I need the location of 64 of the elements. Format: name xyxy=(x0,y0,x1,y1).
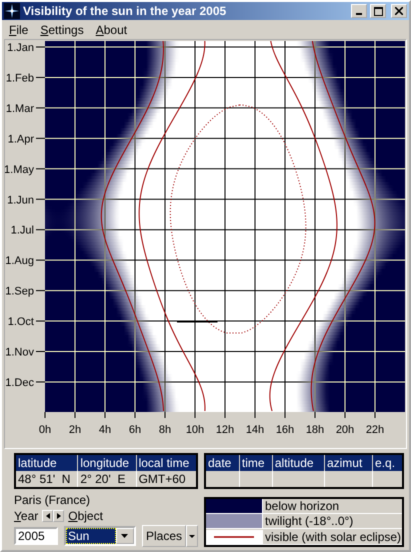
left-arrow-icon xyxy=(46,513,50,519)
hour-label: 20h xyxy=(336,424,354,436)
month-label: 1.Sep xyxy=(5,286,34,298)
month-label: 1.Feb xyxy=(6,72,34,84)
year-label: Year xyxy=(14,509,38,523)
month-label: 1.May xyxy=(5,164,34,176)
line-swatch xyxy=(206,530,262,545)
column-header: azimut xyxy=(324,454,373,471)
places-menu-button[interactable] xyxy=(186,525,198,547)
year-field[interactable]: 2005 xyxy=(14,527,58,545)
close-button[interactable] xyxy=(391,4,407,18)
minimize-button[interactable] xyxy=(351,4,367,18)
menu-item[interactable]: About xyxy=(90,22,132,36)
table-cell: 2° 20' E xyxy=(78,471,136,488)
table-cell: 48° 51' N xyxy=(15,471,78,488)
hour-label: 16h xyxy=(276,424,294,436)
hour-label: 12h xyxy=(216,424,234,436)
hour-label: 8h xyxy=(158,424,172,436)
menu-item[interactable]: Settings xyxy=(35,22,89,36)
column-header: e.q. xyxy=(372,454,403,471)
column-header: longitude xyxy=(78,454,136,471)
legend-label: below horizon xyxy=(262,499,402,514)
caret-icon xyxy=(189,534,195,538)
hour-label: 10h xyxy=(186,424,204,436)
previous-year-button[interactable] xyxy=(42,510,54,522)
twilight-swatch xyxy=(206,514,262,530)
month-label: 1.Aug xyxy=(5,255,34,268)
places-button[interactable]: Places xyxy=(142,525,186,547)
table-cell: GMT+60 xyxy=(136,471,197,488)
maximize-icon xyxy=(374,6,382,16)
hour-label: 0h xyxy=(38,424,52,436)
caret-icon xyxy=(121,534,128,538)
month-label: 1.Jun xyxy=(7,194,34,206)
column-header: altitude xyxy=(272,454,324,471)
place-label: Paris (France) xyxy=(14,493,92,507)
column-header: time xyxy=(239,454,272,471)
hour-label: 2h xyxy=(68,424,82,436)
hour-label: 22h xyxy=(366,424,384,436)
column-header: local time xyxy=(136,454,197,471)
night-swatch xyxy=(206,499,262,514)
object-dropdown[interactable]: Sun xyxy=(64,526,136,546)
star-icon xyxy=(4,3,20,19)
hour-label: 18h xyxy=(306,424,324,436)
month-label: 1.Nov xyxy=(5,346,34,358)
column-header: date xyxy=(205,454,240,471)
object-label: Object xyxy=(68,509,103,523)
right-arrow-icon xyxy=(56,513,61,519)
menu-item[interactable]: File xyxy=(4,22,34,36)
hour-label: 6h xyxy=(128,424,142,436)
hour-label: 4h xyxy=(98,424,112,436)
close-icon xyxy=(395,7,403,15)
next-year-button[interactable] xyxy=(53,510,64,522)
month-label: 1.Apr xyxy=(8,133,34,146)
month-label: 1.Jan xyxy=(7,42,34,54)
legend-label: twilight (-18°..0°) xyxy=(262,514,402,530)
maximize-button[interactable] xyxy=(370,4,386,18)
window-title: Visibility of the sun in the year 2005 xyxy=(23,4,228,18)
hour-label: 14h xyxy=(246,424,264,436)
column-header: latitude xyxy=(15,454,78,471)
month-label: 1.Dec xyxy=(5,376,34,389)
month-label: 1.Jul xyxy=(10,224,34,237)
month-label: 1.Mar xyxy=(6,102,34,115)
legend-label: visible (with solar eclipse) xyxy=(262,530,402,545)
month-label: 1.Oct xyxy=(8,316,34,328)
